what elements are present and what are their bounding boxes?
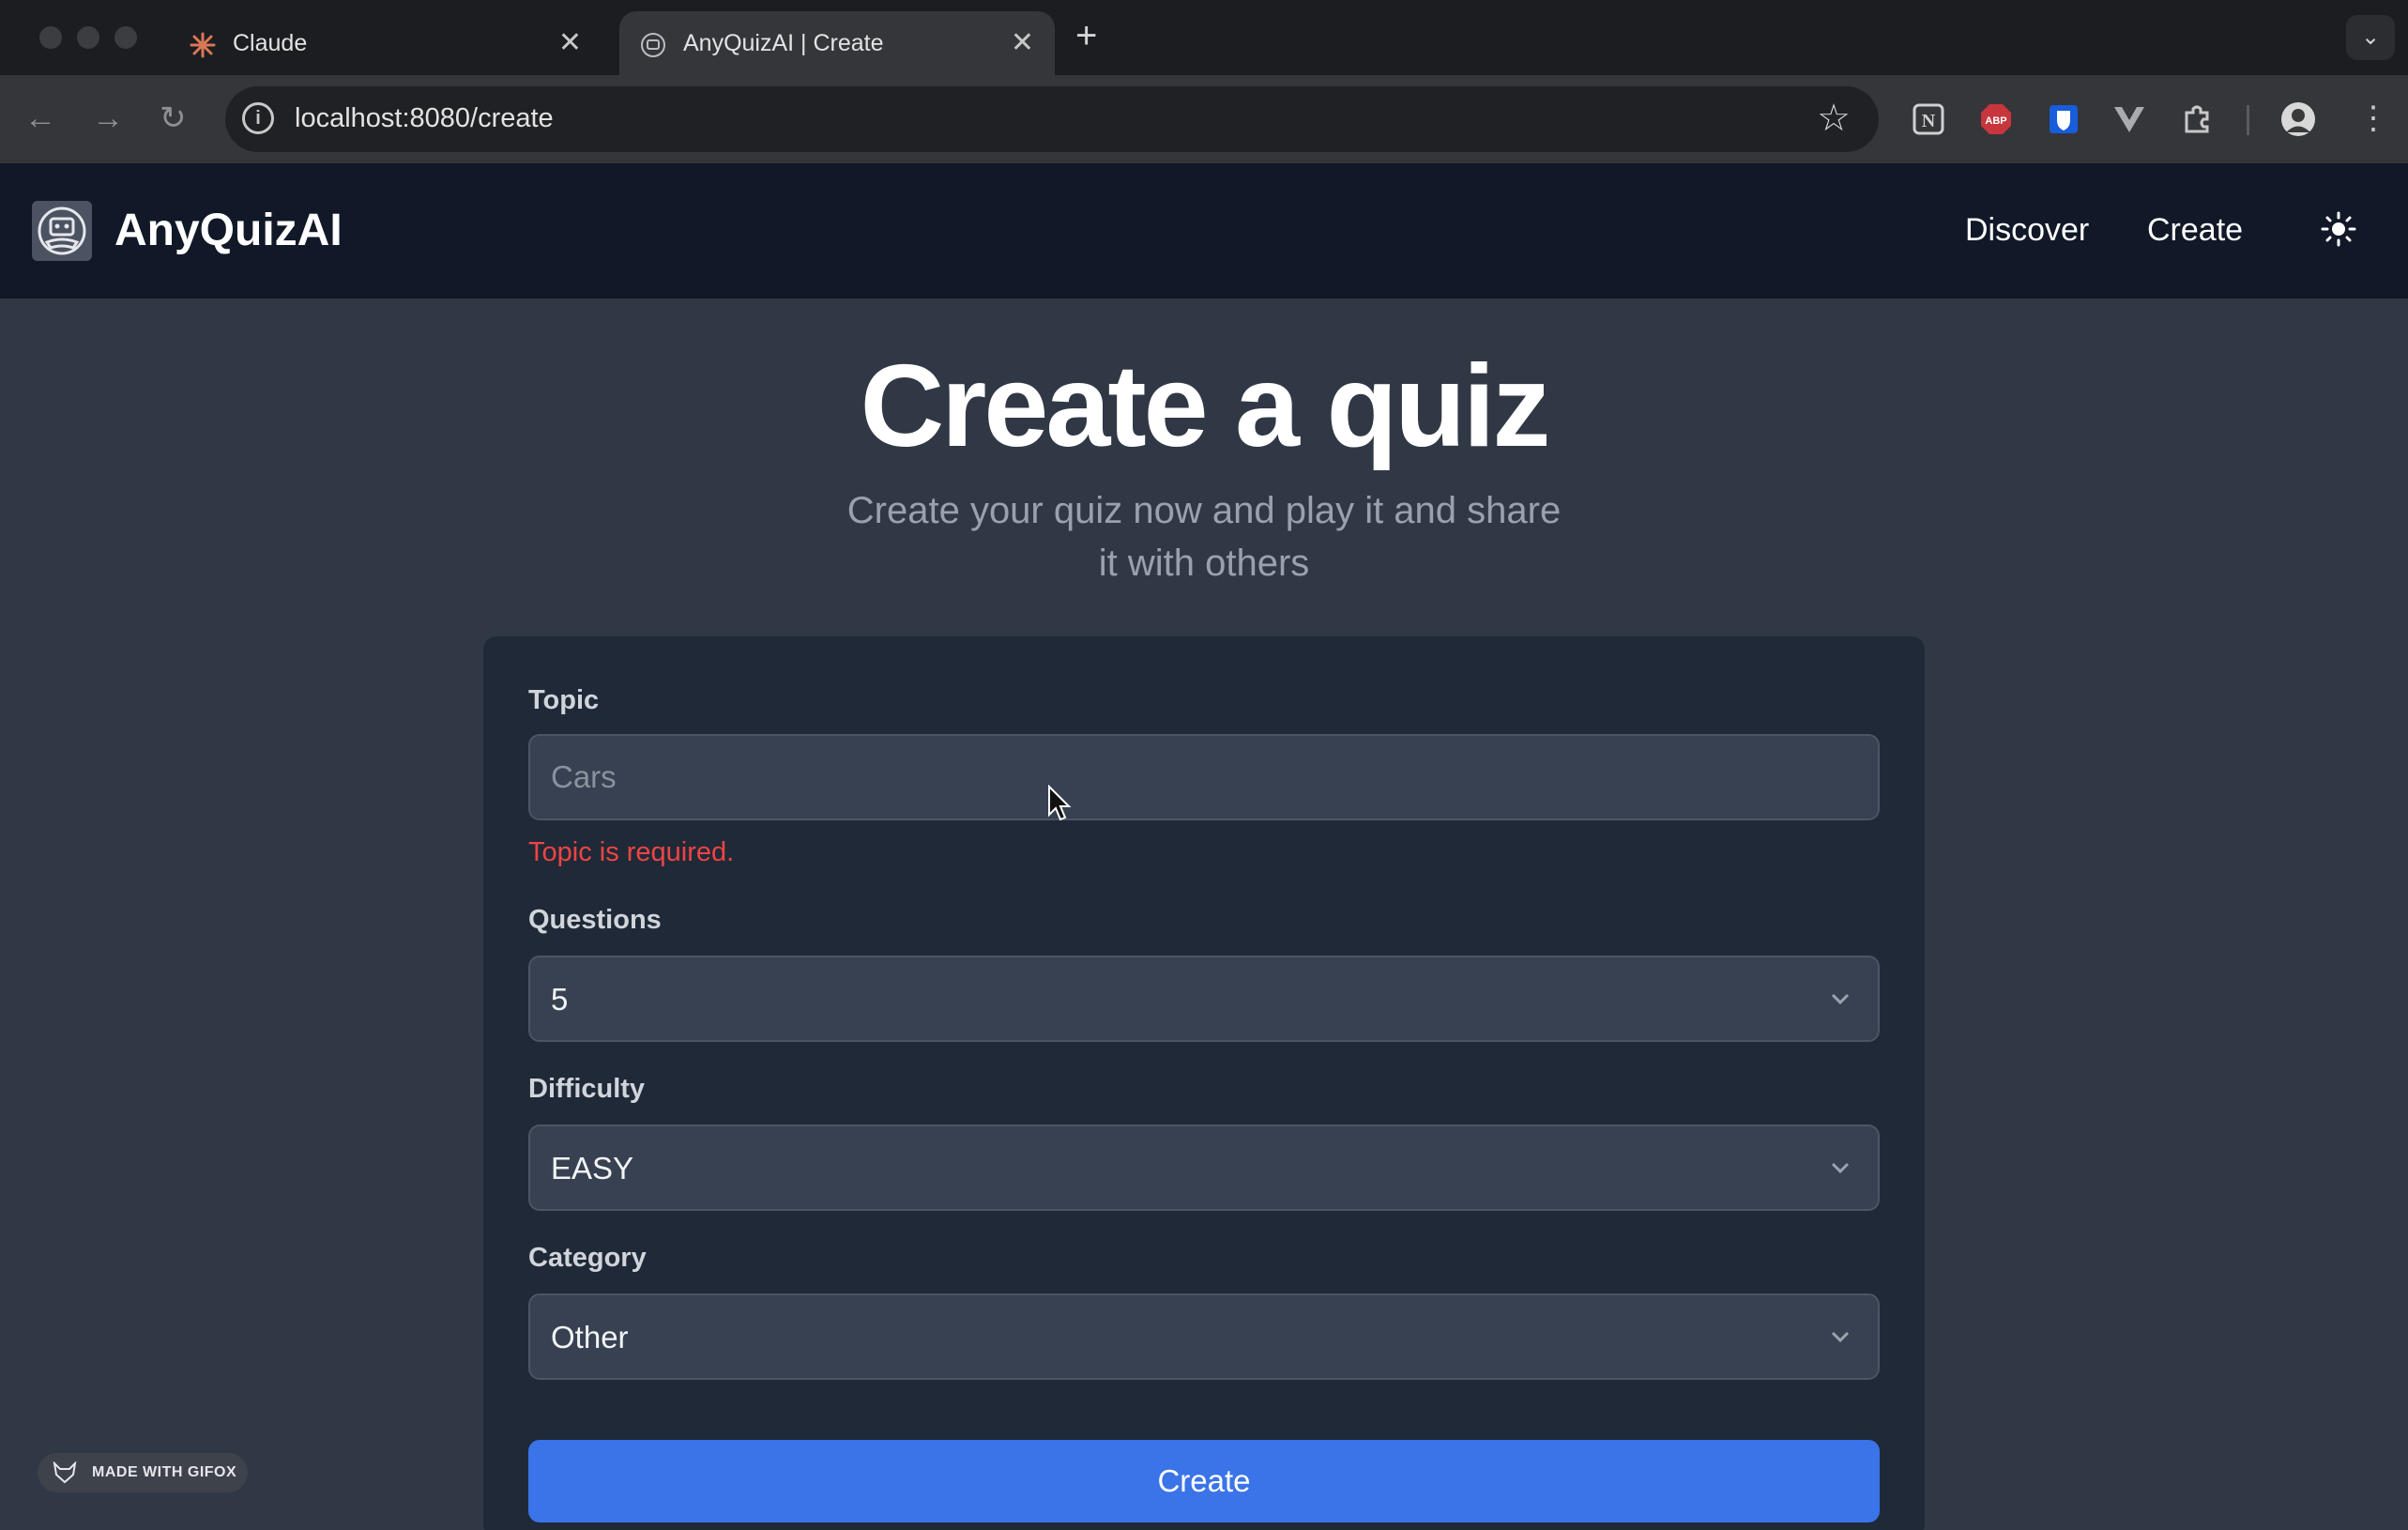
chevron-down-icon	[1831, 993, 1850, 1005]
nav-link-discover[interactable]: Discover	[1965, 212, 2089, 249]
create-button-label: Create	[1157, 1463, 1251, 1498]
chevron-down-icon	[1831, 1162, 1850, 1174]
nav-link-create[interactable]: Create	[2147, 212, 2243, 249]
difficulty-label: Difficulty	[528, 1074, 646, 1104]
bookmark-star-icon[interactable]: ☆	[1817, 96, 1851, 141]
back-arrow-icon[interactable]: ←	[24, 99, 56, 137]
category-label: Category	[528, 1243, 647, 1273]
bitwarden-icon[interactable]	[2046, 101, 2081, 137]
topic-field[interactable]	[528, 734, 1880, 820]
tab-anyquizai[interactable]: AnyQuizAI | Create ✕	[619, 11, 1055, 75]
difficulty-select[interactable]: EASY	[528, 1125, 1880, 1211]
category-selected-value: Other	[551, 1320, 629, 1354]
forward-arrow-icon[interactable]: →	[92, 99, 124, 137]
profile-avatar-icon[interactable]	[2280, 101, 2316, 137]
robot-logo-icon[interactable]	[32, 201, 92, 261]
reload-icon[interactable]: ↻	[160, 99, 187, 137]
tab-claude[interactable]: Claude ✕	[169, 11, 602, 75]
brand-name[interactable]: AnyQuizAI	[114, 205, 343, 256]
subtitle-line: it with others	[1098, 543, 1310, 584]
sun-icon[interactable]	[2320, 210, 2357, 248]
subtitle-line: Create your quiz now and play it and sha…	[846, 490, 1562, 531]
site-info-icon[interactable]: i	[242, 102, 274, 134]
notion-icon[interactable]: N	[1911, 101, 1946, 137]
topic-error-message: Topic is required.	[528, 837, 735, 867]
svg-text:N: N	[1922, 111, 1936, 131]
browser-toolbar: ← → ↻ i localhost:8080/create ☆ N ABP ⋮	[0, 75, 2408, 163]
questions-selected-value: 5	[551, 982, 569, 1017]
svg-text:ABP: ABP	[1985, 115, 2006, 127]
page-subtitle: Create your quiz now and play it and sha…	[829, 484, 1579, 589]
window-close-button[interactable]	[39, 26, 62, 49]
app-navbar: AnyQuizAI Discover Create	[0, 163, 2408, 298]
tab-title: Claude	[233, 30, 308, 56]
topic-input[interactable]	[530, 736, 1878, 819]
page-title: Create a quiz	[860, 342, 1551, 471]
adblock-plus-icon[interactable]: ABP	[1978, 101, 2014, 137]
category-select[interactable]: Other	[528, 1293, 1880, 1380]
tab-title: AnyQuizAI | Create	[683, 30, 884, 56]
tab-close-icon[interactable]: ✕	[1011, 27, 1034, 59]
browser-menu-icon[interactable]: ⋮	[2357, 99, 2389, 137]
address-bar[interactable]: i localhost:8080/create ☆	[225, 86, 1879, 152]
claude-sparkle-icon	[190, 32, 216, 58]
fox-icon	[53, 1461, 77, 1484]
gifox-badge[interactable]: MADE WITH GIFOX	[38, 1453, 248, 1492]
vue-devtools-icon[interactable]	[2111, 101, 2147, 137]
topic-label: Topic	[528, 685, 600, 715]
create-quiz-button[interactable]: Create	[528, 1440, 1880, 1522]
toolbar-divider	[2247, 105, 2249, 135]
url-text[interactable]: localhost:8080/create	[295, 103, 554, 134]
difficulty-selected-value: EASY	[551, 1151, 634, 1186]
questions-select[interactable]: 5	[528, 956, 1880, 1042]
window-minimize-button[interactable]	[77, 26, 99, 49]
gifox-badge-text: MADE WITH GIFOX	[92, 1464, 237, 1480]
new-tab-icon[interactable]: +	[1075, 15, 1097, 56]
tab-strip: Claude ✕ AnyQuizAI | Create ✕ + ⌄	[0, 0, 2408, 75]
questions-label: Questions	[528, 905, 662, 935]
mouse-cursor-icon	[1048, 785, 1072, 821]
browser-chrome: Claude ✕ AnyQuizAI | Create ✕ + ⌄ ← → ↻ …	[0, 0, 2408, 163]
create-quiz-form: Topic Topic is required. Questions 5 Dif…	[483, 636, 1925, 1530]
robot-favicon-icon	[641, 33, 665, 57]
puzzle-extensions-icon[interactable]	[2179, 101, 2215, 137]
window-zoom-button[interactable]	[114, 26, 137, 49]
tab-close-icon[interactable]: ✕	[558, 27, 582, 59]
chevron-down-icon	[1831, 1331, 1850, 1343]
tab-search-chevron-icon[interactable]: ⌄	[2346, 15, 2395, 60]
